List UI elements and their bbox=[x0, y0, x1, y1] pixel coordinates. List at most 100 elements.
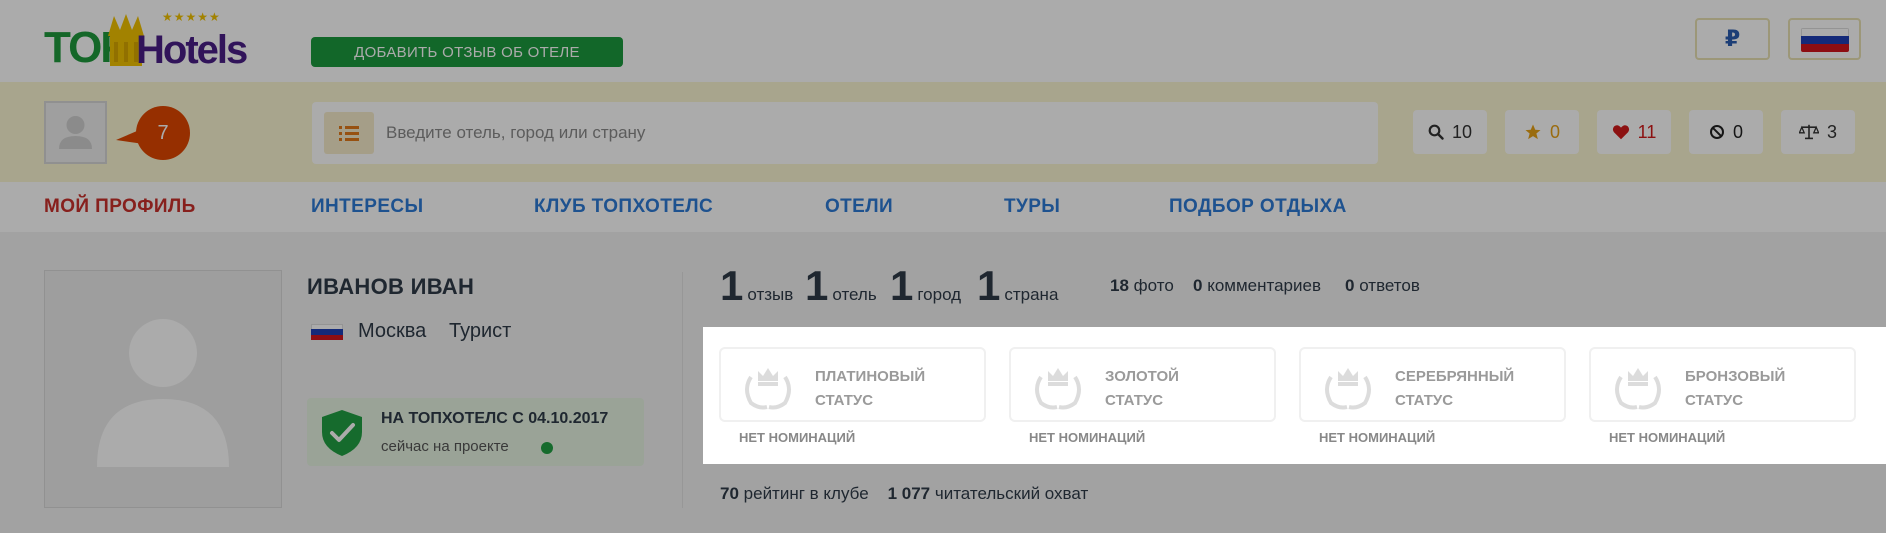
stat-hotels-num: 1 bbox=[805, 262, 829, 309]
stat-cities-label: город bbox=[917, 285, 962, 304]
search-history-counter[interactable]: 10 bbox=[1413, 110, 1487, 154]
star-icon bbox=[1525, 124, 1541, 140]
list-button[interactable] bbox=[324, 112, 374, 154]
status-title: ЗОЛОТОЙ СТАТУС bbox=[1105, 365, 1275, 413]
crown-laurel-icon bbox=[1615, 368, 1661, 410]
profile-role: Турист bbox=[449, 320, 512, 342]
stat-countries-num: 1 bbox=[977, 262, 1001, 309]
favorites-counter[interactable]: 0 bbox=[1505, 110, 1579, 154]
stat-answers[interactable]: 0 ответов bbox=[1345, 276, 1420, 296]
stat-cities-num: 1 bbox=[890, 262, 914, 309]
stat-countries-label: страна bbox=[1004, 285, 1059, 304]
page: TOP Hotels ★★★★★ ДОБАВИТЬ ОТЗЫВ ОБ ОТЕЛЕ… bbox=[0, 0, 1886, 533]
stat-comments-num: 0 bbox=[1193, 276, 1203, 295]
nav-item-hotels[interactable]: ОТЕЛИ bbox=[825, 196, 893, 218]
logo-stars: ★★★★★ bbox=[162, 10, 221, 24]
liked-counter[interactable]: 11 bbox=[1597, 110, 1671, 154]
stat-photos[interactable]: 18 фото bbox=[1110, 276, 1174, 296]
status-card-platinum[interactable]: ПЛАТИНОВЫЙ СТАТУС bbox=[719, 347, 986, 422]
member-since-title: НА ТОПХОТЕЛС С 04.10.2017 bbox=[381, 410, 609, 427]
crown-laurel-icon bbox=[745, 368, 791, 410]
nav-item-holiday-selection[interactable]: ПОДБОР ОТДЫХА bbox=[1169, 196, 1347, 218]
member-since-badge: НА ТОПХОТЕЛС С 04.10.2017 сейчас на прое… bbox=[307, 398, 644, 466]
status-card-gold[interactable]: ЗОЛОТОЙ СТАТУС bbox=[1009, 347, 1276, 422]
status-title: БРОНЗОВЫЙ СТАТУС bbox=[1685, 365, 1855, 413]
status-title: ПЛАТИНОВЫЙ СТАТУС bbox=[815, 365, 985, 413]
status-nominations: НЕТ НОМИНАЦИЙ bbox=[1609, 430, 1726, 445]
russia-flag-icon bbox=[1801, 28, 1849, 52]
stat-comments[interactable]: 0 комментариев bbox=[1193, 276, 1321, 296]
club-rating-label: рейтинг в клубе bbox=[743, 484, 869, 503]
tophotels-logo[interactable]: TOP Hotels ★★★★★ bbox=[44, 10, 248, 72]
stat-hotels-label: отель bbox=[832, 285, 877, 304]
user-avatar-large[interactable] bbox=[44, 270, 282, 508]
stat-answers-label: ответов bbox=[1359, 276, 1420, 295]
status-card-bronze[interactable]: БРОНЗОВЫЙ СТАТУС bbox=[1589, 347, 1856, 422]
logo-hotels-text: Hotels bbox=[136, 28, 248, 72]
stat-reviews-num: 1 bbox=[720, 262, 744, 309]
search-input[interactable] bbox=[386, 114, 1346, 152]
status-title-line2: СТАТУС bbox=[1395, 392, 1454, 409]
heart-icon bbox=[1612, 125, 1629, 140]
stat-photos-num: 18 bbox=[1110, 276, 1129, 295]
club-status-panel: ПЛАТИНОВЫЙ СТАТУС НЕТ НОМИНАЦИЙ ЗОЛОТОЙ … bbox=[703, 327, 1886, 464]
favorites-count: 0 bbox=[1549, 121, 1560, 142]
club-rating-line: 70 рейтинг в клубе 1 077 читательский ох… bbox=[720, 484, 1088, 504]
club-reach-label: читательский охват bbox=[934, 484, 1089, 503]
status-title-line2: СТАТУС bbox=[815, 392, 874, 409]
blocked-count: 0 bbox=[1732, 121, 1743, 142]
nav-item-club[interactable]: КЛУБ ТОПХОТЕЛС bbox=[534, 196, 713, 218]
online-indicator bbox=[541, 442, 553, 454]
search-icon bbox=[1428, 124, 1444, 140]
status-title: СЕРЕБРЯННЫЙ СТАТУС bbox=[1395, 365, 1565, 413]
main-nav: МОЙ ПРОФИЛЬ ИНТЕРЕСЫ КЛУБ ТОПХОТЕЛС ОТЕЛ… bbox=[0, 182, 1886, 232]
stat-cities[interactable]: 1 город bbox=[890, 262, 961, 310]
status-title-line1: ПЛАТИНОВЫЙ bbox=[815, 368, 926, 385]
crown-laurel-icon bbox=[1035, 368, 1081, 410]
stat-photos-label: фото bbox=[1133, 276, 1174, 295]
stat-reviews[interactable]: 1 отзыв bbox=[720, 262, 793, 310]
search-bar bbox=[312, 102, 1378, 164]
status-title-line2: СТАТУС bbox=[1685, 392, 1744, 409]
stat-countries[interactable]: 1 страна bbox=[977, 262, 1058, 310]
liked-count: 11 bbox=[1637, 121, 1657, 142]
currency-button[interactable]: ₽ bbox=[1695, 18, 1770, 60]
add-review-button[interactable]: ДОБАВИТЬ ОТЗЫВ ОБ ОТЕЛЕ bbox=[311, 37, 623, 67]
nav-item-tours[interactable]: ТУРЫ bbox=[1004, 196, 1060, 218]
scales-icon bbox=[1798, 124, 1819, 140]
crown-laurel-icon bbox=[1325, 368, 1371, 410]
status-card-silver[interactable]: СЕРЕБРЯННЫЙ СТАТУС bbox=[1299, 347, 1566, 422]
notifications-badge[interactable]: 7 bbox=[136, 106, 190, 160]
club-rating-num: 70 bbox=[720, 484, 739, 503]
stat-comments-label: комментариев bbox=[1207, 276, 1321, 295]
status-nominations: НЕТ НОМИНАЦИЙ bbox=[1319, 430, 1436, 445]
list-icon bbox=[339, 126, 359, 141]
club-reach-num: 1 077 bbox=[887, 484, 931, 503]
user-silhouette-icon bbox=[97, 319, 229, 467]
stat-reviews-label: отзыв bbox=[747, 285, 794, 304]
nav-item-my-profile[interactable]: МОЙ ПРОФИЛЬ bbox=[44, 196, 196, 218]
shield-check-icon bbox=[322, 410, 362, 456]
status-nominations: НЕТ НОМИНАЦИЙ bbox=[1029, 430, 1146, 445]
profile-name: ИВАНОВ ИВАН bbox=[307, 274, 475, 299]
status-title-line1: БРОНЗОВЫЙ bbox=[1685, 368, 1786, 385]
blocked-counter[interactable]: 0 bbox=[1689, 110, 1763, 154]
stat-hotels[interactable]: 1 отель bbox=[805, 262, 877, 310]
language-button[interactable] bbox=[1788, 18, 1861, 60]
status-title-line1: СЕРЕБРЯННЫЙ bbox=[1395, 368, 1515, 385]
nav-item-interests[interactable]: ИНТЕРЕСЫ bbox=[311, 196, 424, 218]
user-silhouette-icon bbox=[59, 116, 92, 149]
status-title-line1: ЗОЛОТОЙ bbox=[1105, 368, 1179, 385]
compare-count: 3 bbox=[1826, 121, 1837, 142]
column-divider bbox=[682, 272, 683, 508]
stat-answers-num: 0 bbox=[1345, 276, 1355, 295]
search-count: 10 bbox=[1451, 121, 1473, 142]
status-nominations: НЕТ НОМИНАЦИЙ bbox=[739, 430, 856, 445]
compare-counter[interactable]: 3 bbox=[1781, 110, 1855, 154]
status-title-line2: СТАТУС bbox=[1105, 392, 1164, 409]
profile-city: Москва bbox=[358, 320, 427, 342]
online-status-text: сейчас на проекте bbox=[381, 438, 509, 455]
block-icon bbox=[1709, 125, 1724, 139]
user-avatar-small[interactable] bbox=[44, 101, 107, 164]
site-header: TOP Hotels ★★★★★ ДОБАВИТЬ ОТЗЫВ ОБ ОТЕЛЕ… bbox=[0, 0, 1886, 82]
